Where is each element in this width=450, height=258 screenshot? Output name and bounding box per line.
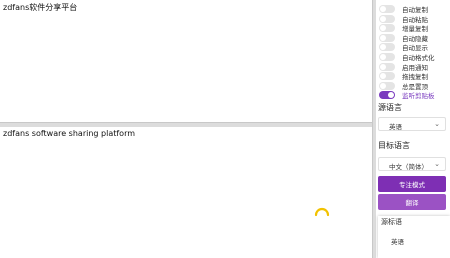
toggle-label: 自动格式化 — [402, 54, 435, 62]
toggle-switch[interactable] — [379, 5, 395, 13]
source-text: zdfans软件分享平台 — [3, 3, 78, 12]
toggle-switch[interactable] — [379, 33, 395, 42]
toggle-switch[interactable] — [379, 53, 395, 61]
chevron-down-icon: ⌄ — [434, 160, 440, 168]
focus-mode-button[interactable]: 专注模式 — [378, 176, 446, 192]
toggle-knob — [380, 25, 386, 32]
toggle-knob — [380, 63, 386, 70]
toggle-label: 增量复制 — [402, 25, 428, 34]
toggle-row[interactable]: 拖拽复制 — [379, 71, 450, 81]
source-text-area[interactable]: zdfans软件分享平台 — [0, 0, 372, 122]
toggle-label: 自动复制 — [402, 6, 428, 14]
source-language-label: 源语言 — [378, 103, 402, 112]
toggle-row[interactable]: 自动粘贴 — [379, 14, 450, 24]
toggle-knob — [380, 73, 386, 80]
target-language-label: 目标语言 — [378, 141, 410, 150]
translate-button[interactable]: 翻译 — [378, 194, 446, 210]
toggle-knob — [380, 44, 386, 51]
target-text-area[interactable]: zdfans software sharing platform — [0, 127, 372, 258]
toggle-knob — [380, 15, 386, 22]
toggle-label: 拖拽复制 — [402, 73, 428, 82]
popup-option[interactable]: 英语 — [391, 236, 404, 246]
toggle-label: 总是置顶 — [402, 82, 428, 91]
toggle-switch[interactable] — [379, 72, 395, 81]
toggle-knob — [380, 82, 386, 89]
translated-text: zdfans software sharing platform — [3, 129, 136, 138]
toggle-label: 启用通知 — [402, 63, 428, 72]
popup-title: 源标语 — [381, 218, 402, 226]
target-language-value: 中文（简体） — [389, 163, 428, 171]
toggle-row[interactable]: 自动显示 — [379, 42, 450, 52]
toggle-label: 自动隐藏 — [402, 34, 428, 43]
source-language-select[interactable]: 英语 ⌄ — [378, 117, 446, 131]
toggle-row[interactable]: 监听剪贴板 — [379, 90, 450, 100]
toggle-row[interactable]: 增量复制 — [379, 23, 450, 33]
toggle-knob — [380, 54, 386, 60]
toggle-row[interactable]: 启用通知 — [379, 62, 450, 72]
language-dropdown-popup: 源标语 英语 — [378, 216, 450, 258]
toggle-knob — [388, 92, 394, 99]
toggle-switch[interactable] — [379, 91, 395, 100]
loading-spinner-icon — [314, 207, 330, 217]
toggle-label: 监听剪贴板 — [402, 92, 435, 101]
toggle-switch[interactable] — [379, 81, 395, 90]
toggle-switch[interactable] — [379, 24, 395, 33]
toggle-label: 自动显示 — [402, 44, 428, 53]
toggle-switch[interactable] — [379, 43, 395, 52]
target-language-select[interactable]: 中文（简体） ⌄ — [378, 157, 446, 171]
chevron-down-icon: ⌄ — [434, 120, 440, 128]
toggle-knob — [380, 6, 386, 12]
toggle-knob — [380, 34, 386, 41]
toggle-row[interactable]: 自动格式化 — [379, 52, 450, 62]
toggle-row[interactable]: 自动隐藏 — [379, 33, 450, 43]
toggle-row[interactable]: 总是置顶 — [379, 81, 450, 91]
toggle-switch[interactable] — [379, 62, 395, 71]
source-language-value: 英语 — [389, 123, 402, 131]
toggle-row[interactable]: 自动复制 — [379, 4, 450, 14]
toggle-switch[interactable] — [379, 14, 395, 23]
toggle-label: 自动粘贴 — [402, 15, 428, 24]
